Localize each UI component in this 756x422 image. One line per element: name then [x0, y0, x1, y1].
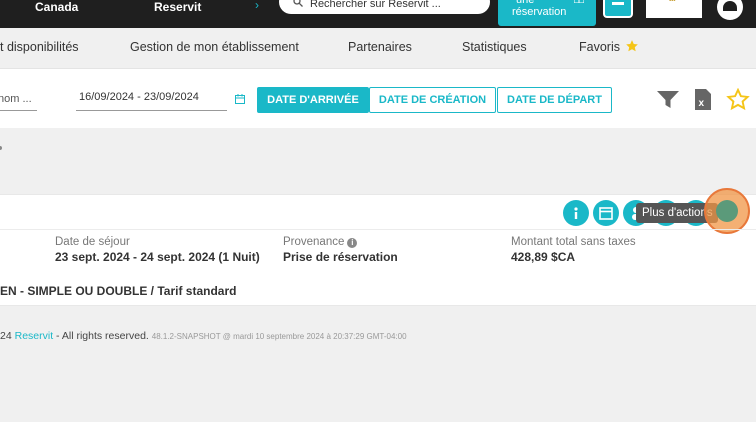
footer-rights: - All rights reserved. — [53, 330, 152, 342]
stay-value: 23 sept. 2024 - 24 sept. 2024 (1 Nuit) — [55, 250, 260, 264]
total-value: 428,89 $CA — [511, 250, 576, 264]
footer: 24 Reservit - All rights reserved. 48.1.… — [0, 330, 407, 342]
date-range-field[interactable]: 16/09/2024 - 23/09/2024 — [76, 89, 227, 111]
footer-brand-link[interactable]: Reservit — [15, 330, 54, 342]
calendar-icon — [599, 207, 613, 220]
source-label: Provenance i — [283, 236, 358, 248]
tab-arrival-date[interactable]: DATE D'ARRIVÉE — [257, 87, 369, 113]
bullet — [0, 146, 2, 150]
avatar[interactable] — [717, 0, 743, 20]
source-label-text: Provenance — [283, 236, 345, 248]
new-reservation-label-2: réservation — [512, 6, 567, 18]
filters-bar: nom ... 16/09/2024 - 23/09/2024 DATE D'A… — [0, 68, 756, 128]
copyright-year: 24 — [0, 330, 15, 342]
hotel-logo: ▪▪▪ — [646, 0, 702, 18]
total-label: Montant total sans taxes — [511, 236, 636, 248]
star-icon[interactable] — [726, 88, 750, 111]
country-link[interactable]: Canada — [35, 0, 78, 14]
more-actions-button[interactable] — [704, 188, 750, 234]
more-actions-icon — [716, 200, 738, 222]
calendar-button[interactable] — [593, 200, 619, 226]
nav-item-statistics[interactable]: Statistiques — [462, 40, 527, 54]
user-icon — [723, 1, 737, 11]
tab-departure-date[interactable]: DATE DE DÉPART — [497, 87, 612, 113]
chevron-right-icon: › — [255, 0, 259, 12]
reservation-card: Plus d'actions Date de séjour 23 sept. 2… — [0, 188, 756, 306]
footer-version: 48.1.2-SNAPSHOT @ mardi 10 septembre 202… — [151, 332, 407, 341]
main-nav: t disponibilités Gestion de mon établiss… — [0, 28, 756, 68]
search-input[interactable]: Rechercher sur Reservit ... — [310, 0, 441, 10]
info-icon[interactable]: i — [347, 238, 358, 248]
new-reservation-button[interactable]: une réservation — [498, 0, 596, 26]
stay-label: Date de séjour — [55, 236, 130, 248]
svg-text:x: x — [699, 98, 705, 109]
filter-icon[interactable] — [656, 90, 680, 110]
hotel-logo-mark: ▪▪▪ — [669, 0, 676, 4]
grid-icon — [574, 0, 584, 3]
top-bar: Canada Reservit › Rechercher sur Reservi… — [0, 0, 756, 28]
quick-action-button[interactable] — [603, 0, 633, 18]
info-button[interactable] — [563, 200, 589, 226]
nav-item-favorites[interactable]: Favoris — [579, 40, 620, 54]
source-value: Prise de réservation — [283, 250, 398, 264]
plus-icon — [612, 2, 624, 5]
favorites-star-icon — [626, 40, 638, 52]
calendar-icon[interactable] — [235, 94, 245, 104]
tab-creation-date[interactable]: DATE DE CRÉATION — [369, 87, 496, 113]
nav-item-establishment[interactable]: Gestion de mon établissement — [130, 40, 299, 54]
search-box[interactable]: Rechercher sur Reservit ... — [279, 0, 490, 14]
excel-export-icon[interactable]: x — [694, 88, 712, 111]
card-divider — [0, 229, 756, 230]
search-icon — [293, 0, 303, 7]
info-icon — [574, 207, 578, 219]
room-rate: EN - SIMPLE OU DOUBLE / Tarif standard — [0, 284, 237, 298]
name-field[interactable]: nom ... — [0, 91, 37, 111]
nav-item-availability[interactable]: t disponibilités — [0, 40, 79, 54]
reservit-link[interactable]: Reservit — [154, 0, 201, 14]
nav-item-partners[interactable]: Partenaires — [348, 40, 412, 54]
